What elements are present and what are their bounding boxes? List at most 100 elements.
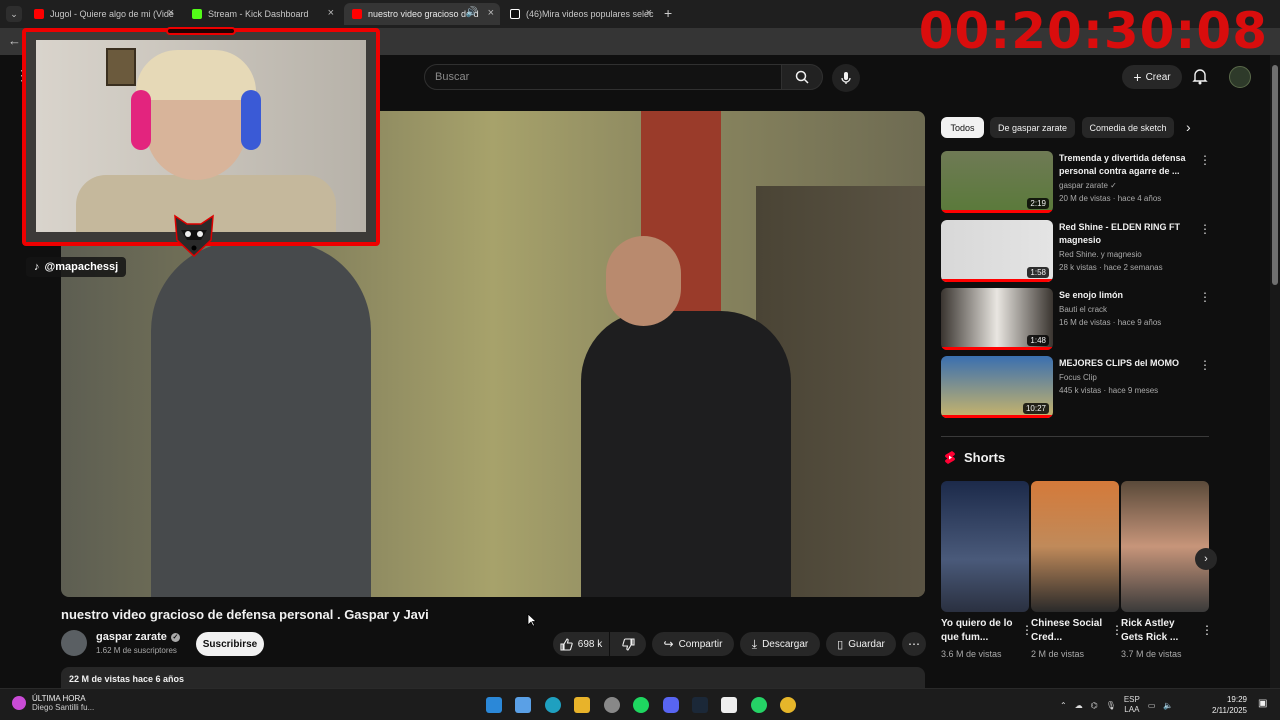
download-button[interactable]: ⤓ Descargar xyxy=(740,632,820,656)
tab-title: Stream - Kick Dashboard xyxy=(208,9,309,19)
clock-time: 19:29 xyxy=(1226,695,1247,704)
video-thumbnail[interactable]: 1:58 xyxy=(941,220,1053,282)
item-menu-icon[interactable]: ⋮ xyxy=(1199,153,1211,167)
chip-category[interactable]: Comedia de sketch xyxy=(1082,117,1174,138)
short-menu-icon[interactable]: ⋮ xyxy=(1201,623,1213,637)
raccoon-logo-icon xyxy=(174,214,214,258)
short-thumbnail[interactable] xyxy=(1121,481,1209,612)
recommendation-item[interactable]: 10:27 MEJORES CLIPS del MOMO Focus Clip … xyxy=(941,356,1211,418)
audio-playing-icon[interactable]: 🔊 xyxy=(466,7,478,18)
account-avatar[interactable] xyxy=(1229,66,1251,88)
video-thumbnail[interactable]: 10:27 xyxy=(941,356,1053,418)
kick-favicon-icon xyxy=(192,9,202,19)
tiktok-handle: @mapachessj xyxy=(44,261,119,273)
notifications-button[interactable] xyxy=(1192,67,1208,90)
chip-next-icon[interactable]: › xyxy=(1186,119,1191,135)
watch-progress xyxy=(941,415,1053,418)
item-menu-icon[interactable]: ⋮ xyxy=(1199,290,1211,304)
browser-tab-active[interactable]: nuestro video gracioso de d 🔊 × xyxy=(344,3,500,25)
like-button[interactable]: 698 k xyxy=(553,632,609,656)
network-icon[interactable]: ⌬ xyxy=(1091,701,1098,710)
clock-date: 2/11/2025 xyxy=(1212,706,1247,715)
capcut-icon[interactable] xyxy=(721,697,737,713)
close-tab-icon[interactable]: × xyxy=(168,7,174,19)
share-button[interactable]: ↪ Compartir xyxy=(652,632,734,656)
language-indicator[interactable]: ESP LAA xyxy=(1124,695,1140,715)
save-button[interactable]: ▯ Guardar xyxy=(826,632,896,656)
onedrive-icon[interactable]: ☁ xyxy=(1075,701,1083,710)
create-label: Crear xyxy=(1145,71,1171,83)
watch-progress xyxy=(941,210,1053,213)
section-divider xyxy=(941,436,1209,437)
close-tab-icon[interactable]: × xyxy=(646,7,652,19)
recommendation-item[interactable]: 2:19 Tremenda y divertida defensa person… xyxy=(941,151,1211,213)
notification-center-icon[interactable]: ▣ xyxy=(1258,698,1267,709)
news-title: ÚLTIMA HORA xyxy=(32,694,86,703)
channel-avatar[interactable] xyxy=(61,630,87,656)
chip-todos[interactable]: Todos xyxy=(941,117,984,138)
video-thumbnail[interactable]: 1:48 xyxy=(941,288,1053,350)
short-item[interactable]: Chinese Social Cred... 2 M de vistas ⋮ xyxy=(1031,481,1123,659)
notepad-icon[interactable] xyxy=(515,697,531,713)
tab-title: (46)Mira videos populares selec xyxy=(526,9,654,19)
wall-picture xyxy=(106,48,136,86)
spotify-icon[interactable] xyxy=(633,697,649,713)
tiktok-handle-tag: ♪ @mapachessj xyxy=(26,257,127,277)
watch-progress xyxy=(941,279,1053,282)
voice-search-button[interactable] xyxy=(832,64,860,92)
chip-channel[interactable]: De gaspar zarate xyxy=(990,117,1075,138)
short-item[interactable]: Rick Astley Gets Rick ... 3.7 M de vista… xyxy=(1121,481,1213,659)
subscribe-button[interactable]: Suscribirse xyxy=(196,632,264,656)
short-item[interactable]: Yo quiero de lo que fum... 3.6 M de vist… xyxy=(941,481,1033,659)
page-scrollbar[interactable] xyxy=(1270,55,1280,688)
recommendation-item[interactable]: 1:48 Se enojo limón Bauti el crack 16 M … xyxy=(941,288,1211,350)
close-tab-icon[interactable]: × xyxy=(488,7,494,19)
browser-tab[interactable]: (46)Mira videos populares selec × xyxy=(502,3,658,25)
steam-icon[interactable] xyxy=(692,697,708,713)
scrollbar-thumb[interactable] xyxy=(1272,65,1278,285)
browser-tab[interactable]: Stream - Kick Dashboard × xyxy=(184,3,340,25)
recommendation-item[interactable]: 1:58 Red Shine - ELDEN RING FT magnesio … xyxy=(941,220,1211,282)
shorts-next-button[interactable]: › xyxy=(1195,548,1217,570)
recommendation-title: Tremenda y divertida defensa personal co… xyxy=(1059,153,1186,176)
tiktok-icon: ♪ xyxy=(34,261,40,273)
news-widget[interactable]: ÚLTIMA HORA Diego Santilli fu... xyxy=(12,694,94,712)
back-arrow-icon[interactable]: ← xyxy=(8,33,21,48)
edge-icon[interactable] xyxy=(545,697,561,713)
recommendation-channel: Focus Clip xyxy=(1059,373,1097,382)
shorts-heading-text: Shorts xyxy=(964,450,1006,465)
item-menu-icon[interactable]: ⋮ xyxy=(1199,222,1211,236)
browser-tab[interactable]: Jugol - Quiere algo de mi (Vide × xyxy=(26,3,180,25)
obs-icon[interactable] xyxy=(604,697,620,713)
file-explorer-icon[interactable] xyxy=(574,697,590,713)
system-tray[interactable]: ⌃ ☁ ⌬ 🎙 ESP LAA ▭ 🔈 xyxy=(1060,695,1173,715)
system-clock[interactable]: 19:29 2/11/2025 xyxy=(1212,694,1247,716)
chrome-icon[interactable] xyxy=(780,697,796,713)
discord-icon[interactable] xyxy=(663,697,679,713)
video-frame-head-right xyxy=(606,236,681,326)
youtube-favicon-icon xyxy=(34,9,44,19)
create-button[interactable]: + Crear xyxy=(1122,65,1182,89)
short-thumbnail[interactable] xyxy=(1031,481,1119,612)
more-actions-button[interactable]: ⋯ xyxy=(902,632,926,656)
dislike-button[interactable] xyxy=(610,632,646,656)
windows-start-icon[interactable] xyxy=(486,697,502,713)
windows-taskbar: ÚLTIMA HORA Diego Santilli fu... ⌃ ☁ ⌬ 🎙… xyxy=(0,688,1280,720)
tab-list-dropdown[interactable]: ⌄ xyxy=(6,6,22,22)
close-tab-icon[interactable]: × xyxy=(328,7,334,19)
microphone-icon[interactable]: 🎙 xyxy=(1106,701,1116,710)
channel-name[interactable]: gaspar zarate ✓ xyxy=(96,631,180,643)
bell-icon xyxy=(1192,69,1208,85)
display-icon[interactable]: ▭ xyxy=(1148,701,1156,710)
video-thumbnail[interactable]: 2:19 xyxy=(941,151,1053,213)
shorts-icon xyxy=(945,451,955,464)
whatsapp-icon[interactable] xyxy=(751,697,767,713)
new-tab-button[interactable]: + xyxy=(664,5,672,21)
tray-chevron-icon[interactable]: ⌃ xyxy=(1060,701,1067,710)
recommendation-channel-name: gaspar zarate xyxy=(1059,181,1108,190)
item-menu-icon[interactable]: ⋮ xyxy=(1199,358,1211,372)
volume-icon[interactable]: 🔈 xyxy=(1163,701,1173,710)
search-button[interactable] xyxy=(781,64,823,90)
short-thumbnail[interactable] xyxy=(941,481,1029,612)
search-input[interactable]: Buscar xyxy=(424,64,782,90)
